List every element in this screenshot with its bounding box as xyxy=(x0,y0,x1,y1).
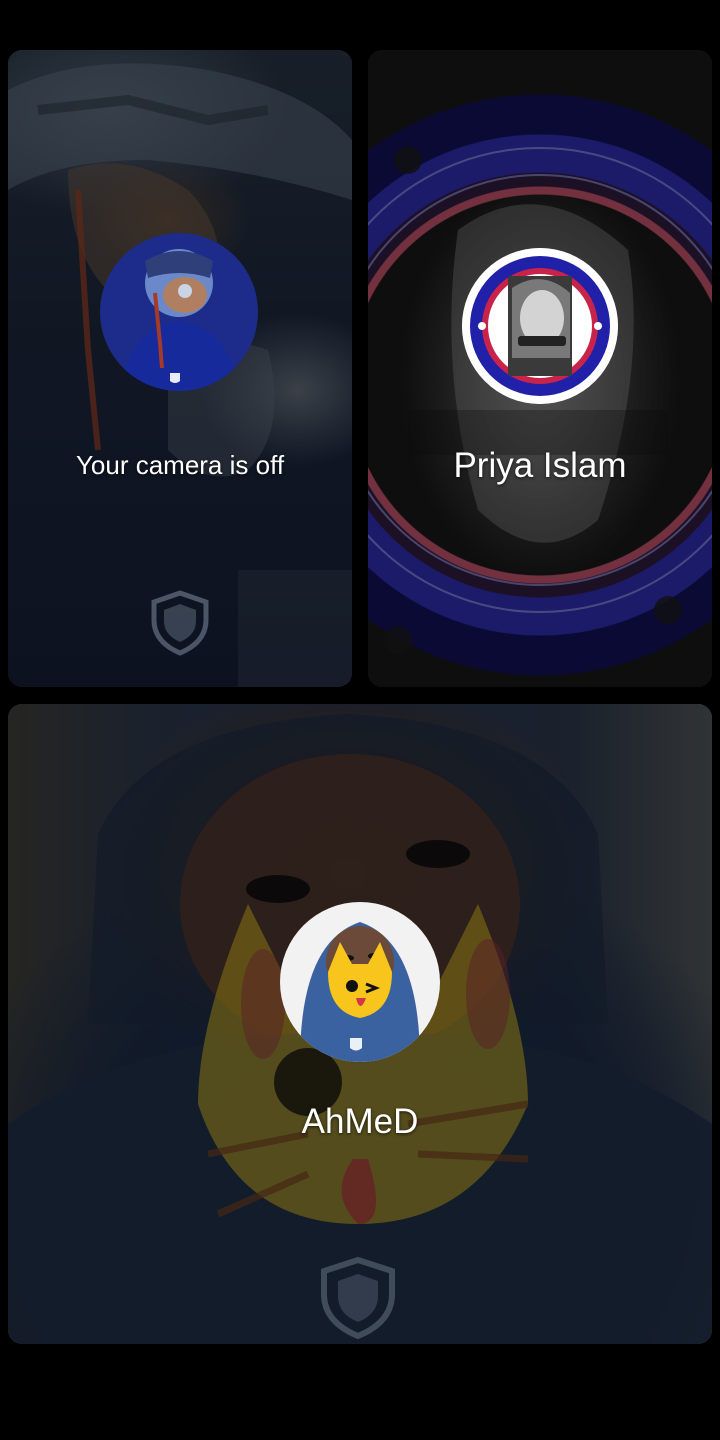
video-tile-ahmed[interactable]: AhMeD xyxy=(8,704,712,1344)
shield-icon xyxy=(150,590,210,661)
camera-off-status: Your camera is off xyxy=(75,450,285,480)
video-tile-priya[interactable]: Priya Islam xyxy=(368,50,712,687)
self-avatar xyxy=(100,233,258,391)
priya-avatar xyxy=(462,248,618,404)
participant-name: AhMeD xyxy=(301,1102,419,1141)
participant-name: Priya Islam xyxy=(453,446,627,485)
shield-icon xyxy=(320,1256,396,1344)
ahmed-avatar xyxy=(280,902,440,1062)
video-tile-self[interactable]: Your camera is off xyxy=(8,50,352,687)
